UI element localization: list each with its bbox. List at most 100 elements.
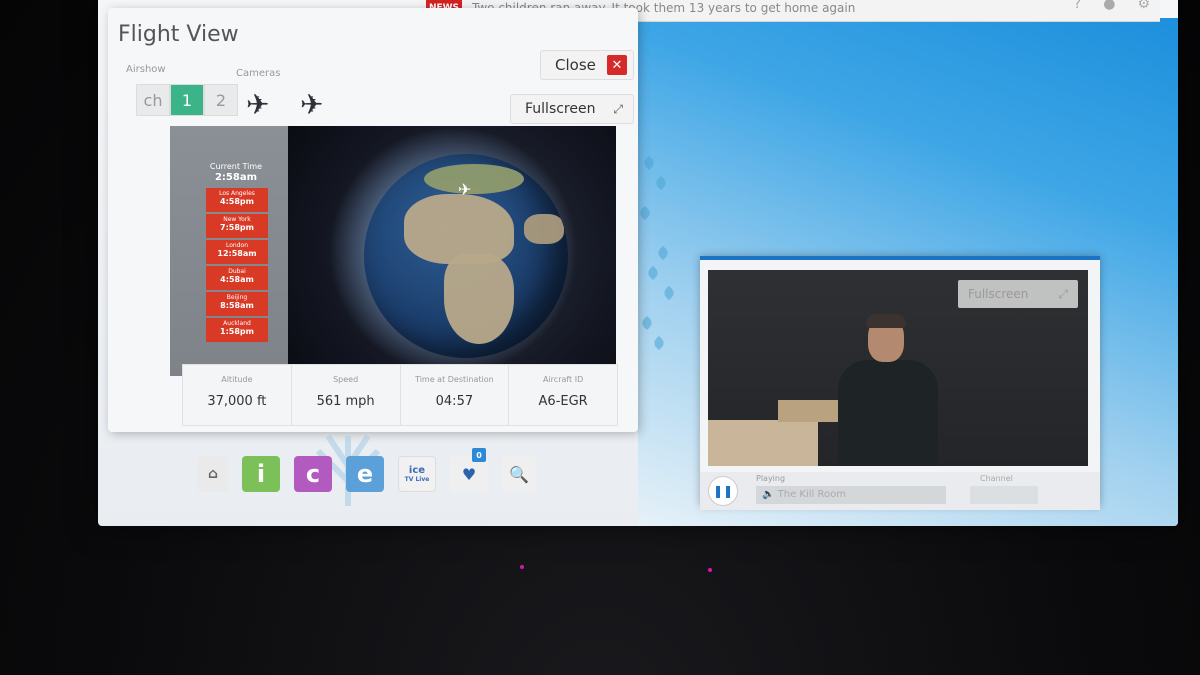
information-button[interactable]: i: [242, 456, 280, 492]
playing-label: Playing: [756, 474, 786, 483]
info-value: 04:57: [435, 394, 474, 409]
channel-label: Channel: [980, 474, 1013, 483]
info-label: Aircraft ID: [542, 375, 584, 384]
cameras-label: Cameras: [236, 68, 281, 79]
current-time-label: Current Time: [209, 162, 263, 171]
expand-icon: ⤢: [1058, 286, 1068, 301]
power-led: [520, 565, 524, 569]
leaf-decoration: [651, 335, 667, 351]
globe-view: ✈: [288, 126, 616, 376]
tab-2[interactable]: 2: [204, 84, 238, 116]
home-icon: ⌂: [207, 466, 219, 482]
video-fullscreen-label: Fullscreen: [968, 287, 1029, 301]
flight-info-bar: Altitude 37,000 ft Speed 561 mph Time at…: [182, 364, 618, 426]
city-name: Los Angeles: [219, 190, 255, 197]
video-scene-box: [778, 400, 838, 422]
city-name: Auckland: [223, 320, 251, 327]
close-label: Close: [555, 56, 596, 74]
settings-icon[interactable]: ⚙: [1137, 0, 1150, 12]
video-person: [838, 360, 938, 466]
city-name: New York: [223, 216, 251, 223]
fullscreen-label: Fullscreen: [525, 101, 596, 117]
city-time-value: 12:58am: [217, 249, 257, 258]
now-playing-title: 🔈 The Kill Room: [756, 486, 946, 504]
search-icon: 🔍: [509, 464, 529, 484]
city-time: Auckland 1:58pm: [206, 318, 268, 342]
landmass: [444, 254, 514, 344]
now-playing-text: The Kill Room: [777, 489, 846, 500]
close-button[interactable]: Close ✕: [540, 50, 634, 80]
current-time-value: 2:58am: [214, 172, 258, 183]
leaf-decoration: [655, 245, 671, 261]
camera-plane-icon[interactable]: ✈: [246, 88, 269, 121]
leaf-decoration: [641, 155, 657, 171]
channel-selector[interactable]: [970, 486, 1038, 504]
world-times-sidebar: Current Time 2:58am Los Angeles 4:58pm Ne…: [170, 126, 288, 376]
entertainment-button[interactable]: e: [346, 456, 384, 492]
flight-view-panel: Flight View Airshow Cameras Close ✕ Full…: [108, 8, 638, 432]
fullscreen-button[interactable]: Fullscreen ⤢: [510, 94, 634, 124]
volume-icon[interactable]: 🔈: [762, 489, 774, 500]
city-name: Dubai: [228, 268, 246, 275]
tv-live-label: TV Live: [404, 476, 430, 483]
city-time-value: 4:58am: [220, 275, 254, 284]
info-value: A6-EGR: [538, 394, 588, 409]
info-label: Altitude: [221, 375, 253, 384]
leaf-decoration: [653, 175, 669, 191]
airshow-tabs: ch 1 2: [136, 84, 238, 116]
tab-ch[interactable]: ch: [136, 84, 170, 116]
pause-button[interactable]: ❚❚: [708, 476, 738, 506]
info-value: 561 mph: [316, 394, 375, 409]
home-button[interactable]: ⌂: [198, 456, 228, 492]
info-value: 37,000 ft: [207, 394, 267, 409]
heart-icon: ♥: [461, 464, 477, 484]
tv-live-button[interactable]: ice TV Live: [398, 456, 436, 492]
leaf-decoration: [661, 285, 677, 301]
screen: NEWS Two children ran away. It took them…: [98, 0, 1178, 526]
landmass: [404, 194, 514, 264]
altitude-cell: Altitude 37,000 ft: [183, 365, 292, 425]
lock-icon[interactable]: ●: [1103, 0, 1115, 12]
city-time-value: 7:58pm: [220, 223, 254, 232]
pause-icon: ❚❚: [712, 484, 734, 498]
tab-1[interactable]: 1: [170, 84, 204, 116]
top-right-controls: ? ● ⚙: [1074, 0, 1150, 12]
close-icon: ✕: [607, 55, 627, 75]
power-led: [708, 568, 712, 572]
city-time: Los Angeles 4:58pm: [206, 188, 268, 212]
info-label: Time at Destination: [415, 375, 494, 384]
city-time: London 12:58am: [206, 240, 268, 264]
airshow-label: Airshow: [126, 64, 166, 75]
search-button[interactable]: 🔍: [502, 456, 536, 492]
help-icon[interactable]: ?: [1074, 0, 1081, 12]
city-time-value: 4:58pm: [220, 197, 254, 206]
player-controls: ❚❚ Playing 🔈 The Kill Room Channel: [700, 472, 1100, 510]
leaf-decoration: [639, 315, 655, 331]
city-time: Beijing 8:58am: [206, 292, 268, 316]
city-times-list: Los Angeles 4:58pm New York 7:58pm London 1…: [206, 188, 268, 344]
camera-plane-icon[interactable]: ✈: [300, 88, 323, 121]
speed-cell: Speed 561 mph: [292, 365, 401, 425]
city-name: London: [226, 242, 248, 249]
expand-icon: ⤢: [613, 101, 623, 116]
time-at-destination-cell: Time at Destination 04:57: [401, 365, 510, 425]
info-label: Speed: [333, 375, 359, 384]
favorites-count-badge: 0: [472, 448, 486, 462]
city-time: New York 7:58pm: [206, 214, 268, 238]
city-time: Dubai 4:58am: [206, 266, 268, 290]
video-person-hair: [866, 314, 906, 328]
video-fullscreen-button[interactable]: Fullscreen ⤢: [958, 280, 1078, 308]
tv-icon-label: ice: [408, 465, 426, 476]
landmass: [424, 164, 524, 194]
flight-map[interactable]: Current Time 2:58am Los Angeles 4:58pm Ne…: [170, 126, 616, 376]
video-frame[interactable]: Fullscreen ⤢: [708, 270, 1088, 466]
city-name: Beijing: [226, 294, 248, 301]
leaf-decoration: [645, 265, 661, 281]
panel-title: Flight View: [118, 22, 239, 47]
city-time-value: 1:58pm: [220, 327, 254, 336]
landmass: [524, 214, 564, 244]
communication-button[interactable]: c: [294, 456, 332, 492]
favorites-button[interactable]: ♥ 0: [450, 448, 488, 492]
aircraft-icon: ✈: [458, 180, 472, 199]
leaf-decoration: [637, 205, 653, 221]
